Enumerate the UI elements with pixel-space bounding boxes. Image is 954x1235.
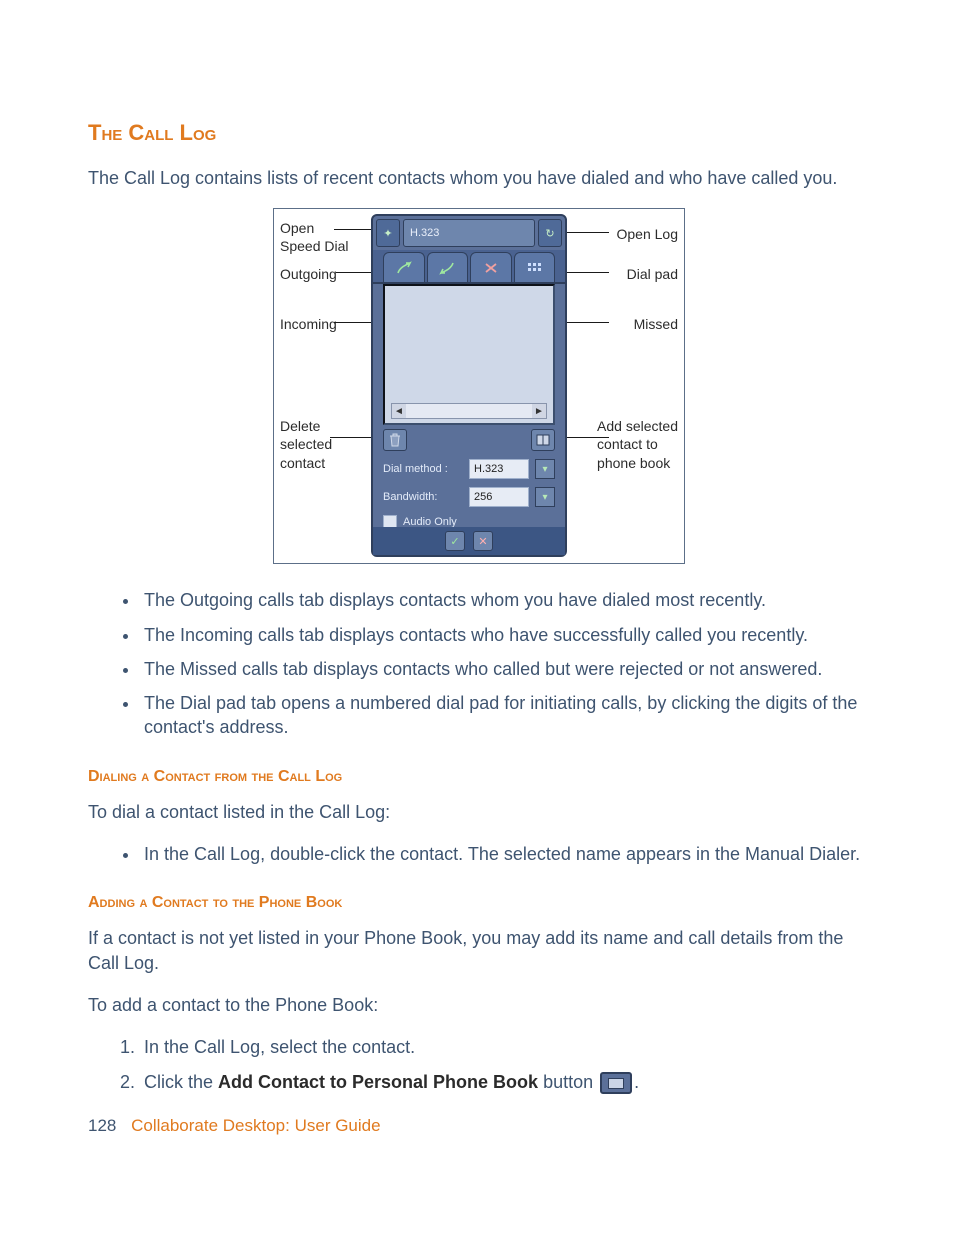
list-item: In the Call Log, select the contact. [140,1035,870,1059]
open-log-icon: ↻ [545,227,554,240]
dialing-lead: To dial a contact listed in the Call Log… [88,800,870,824]
call-list-area[interactable]: ◄ ► [383,284,555,425]
adding-paragraph-1: If a contact is not yet listed in your P… [88,926,870,975]
bandwidth-value[interactable]: 256 [469,487,529,507]
tab-dial-pad[interactable] [514,252,556,282]
annotation-dial-pad: Dial pad [627,265,678,283]
adding-paragraph-2: To add a contact to the Phone Book: [88,993,870,1017]
step-text-b: button [538,1072,598,1092]
subsection-heading-dialing: Dialing a Contact from the Call Log [88,768,870,786]
call-log-panel: ✦ H.323 ↻ [371,214,567,557]
dial-method-row: Dial method : H.323 ▾ [373,455,565,483]
callout-line [565,232,609,233]
check-icon: ✓ [450,535,459,548]
bandwidth-row: Bandwidth: 256 ▾ [373,483,565,511]
dial-pad-icon [526,261,542,275]
horizontal-scrollbar[interactable]: ◄ ► [391,403,547,419]
panel-footer: ✓ ✕ [373,527,565,555]
annotation-delete-selected: Deleteselectedcontact [280,417,332,472]
page-number: 128 [88,1116,116,1135]
document-page: The Call Log The Call Log contains lists… [0,0,954,1235]
add-to-phone-book-button[interactable] [531,429,555,451]
trash-icon [389,433,401,447]
call-log-tabs [373,250,565,284]
delete-contact-button[interactable] [383,429,407,451]
list-item: The Outgoing calls tab displays contacts… [140,588,870,612]
adding-steps: In the Call Log, select the contact. Cli… [88,1035,870,1094]
tab-outgoing[interactable] [383,252,425,282]
step-text-c: . [634,1072,639,1092]
dial-method-value[interactable]: H.323 [469,459,529,479]
tab-missed[interactable] [470,252,512,282]
scroll-track[interactable] [406,404,532,418]
annotation-outgoing: Outgoing [280,265,337,283]
figure-wrapper: OpenSpeed Dial Outgoing Incoming Deletes… [88,208,870,564]
open-log-button[interactable]: ↻ [538,219,562,247]
tab-incoming[interactable] [427,252,469,282]
list-item: The Incoming calls tab displays contacts… [140,623,870,647]
intro-paragraph: The Call Log contains lists of recent co… [88,166,870,190]
bandwidth-label: Bandwidth: [383,491,437,503]
annotation-open-speed-dial: OpenSpeed Dial [280,219,349,255]
phone-book-inline-icon [600,1072,632,1094]
action-row [373,425,565,455]
scroll-left-arrow[interactable]: ◄ [392,404,406,418]
annotation-incoming: Incoming [280,315,337,333]
bandwidth-dropdown[interactable]: ▾ [535,487,555,507]
outgoing-icon [396,261,412,275]
page-footer: 128 Collaborate Desktop: User Guide [88,1116,870,1136]
incoming-icon [439,261,455,275]
cancel-button[interactable]: ✕ [473,531,493,551]
dial-method-label: Dial method : [383,463,448,475]
dial-method-dropdown[interactable]: ▾ [535,459,555,479]
open-speed-dial-button[interactable]: ✦ [376,219,400,247]
call-log-figure: OpenSpeed Dial Outgoing Incoming Deletes… [273,208,685,564]
missed-icon [483,261,499,275]
header-field[interactable]: H.323 [403,219,535,247]
annotation-open-log: Open Log [617,225,679,243]
annotation-missed: Missed [634,315,678,333]
phone-book-icon [536,434,550,446]
dialing-list: In the Call Log, double-click the contac… [88,842,870,866]
list-item: In the Call Log, double-click the contac… [140,842,870,866]
scroll-right-arrow[interactable]: ► [532,404,546,418]
guide-title: Collaborate Desktop: User Guide [131,1116,380,1135]
callout-line [334,229,374,230]
confirm-button[interactable]: ✓ [445,531,465,551]
feature-bullet-list: The Outgoing calls tab displays contacts… [88,588,870,739]
section-heading: The Call Log [88,120,870,146]
speed-dial-icon: ✦ [383,227,392,240]
close-icon: ✕ [478,535,487,548]
subsection-heading-adding: Adding a Contact to the Phone Book [88,894,870,912]
step-text-a: Click the [144,1072,218,1092]
panel-header: ✦ H.323 ↻ [373,216,565,250]
list-item: The Dial pad tab opens a numbered dial p… [140,691,870,740]
annotation-add-selected: Add selectedcontact tophone book [597,417,678,472]
step-bold-label: Add Contact to Personal Phone Book [218,1072,538,1092]
list-item: The Missed calls tab displays contacts w… [140,657,870,681]
list-item: Click the Add Contact to Personal Phone … [140,1070,870,1094]
